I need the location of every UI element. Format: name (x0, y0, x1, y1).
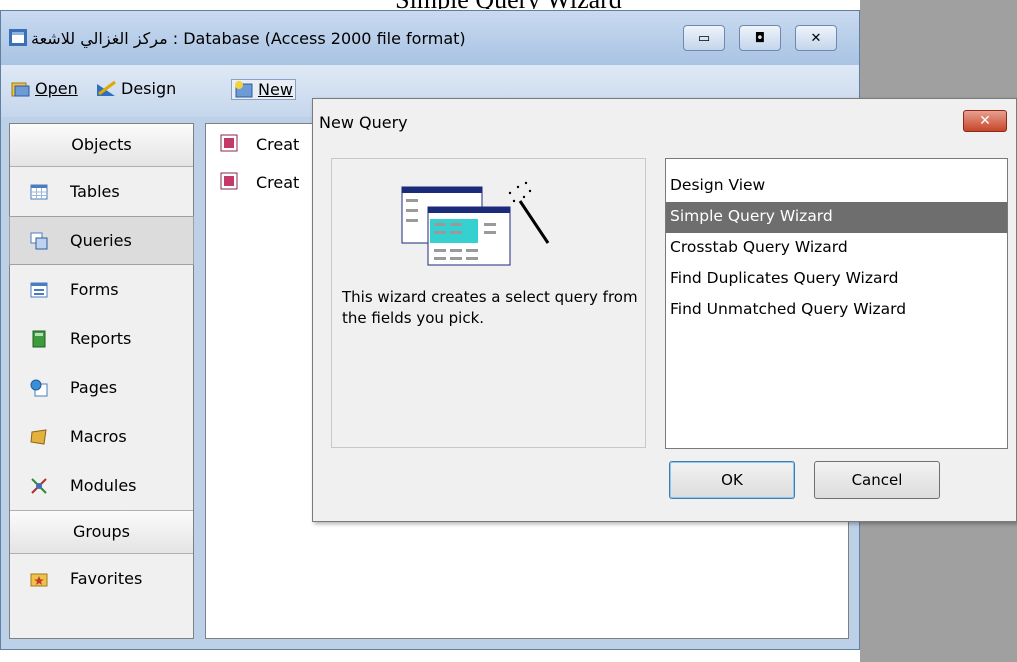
close-icon: ✕ (979, 113, 991, 129)
design-icon (97, 80, 116, 96)
ok-button[interactable]: OK (669, 461, 795, 499)
maximize-button[interactable]: ◘ (739, 25, 781, 51)
object-item-reports[interactable]: Reports (10, 314, 193, 363)
new-query-icon (235, 80, 253, 97)
top-caption: Simple Query Wizard (0, 0, 1017, 9)
query-wizard-illustration (401, 181, 550, 266)
open-label: Open (35, 79, 78, 98)
close-icon: ✕ (810, 30, 822, 46)
object-item-pages[interactable]: Pages (10, 363, 193, 412)
query-type-list[interactable]: Design View Simple Query Wizard Crosstab… (665, 158, 1008, 449)
list-item[interactable]: Creat (220, 172, 299, 192)
new-query-dialog: New Query ✕ This wizard creates a select… (312, 98, 1017, 522)
object-label: Macros (70, 427, 127, 446)
cancel-button[interactable]: Cancel (814, 461, 940, 499)
objects-header[interactable]: Objects (10, 124, 193, 167)
list-item-label: Creat (256, 134, 300, 154)
open-button[interactable]: Open (11, 79, 78, 98)
open-icon (11, 82, 30, 96)
maximize-icon: ◘ (754, 30, 766, 46)
object-label: Tables (70, 182, 120, 201)
query-type-find-duplicates-query-wizard[interactable]: Find Duplicates Query Wizard (666, 264, 1007, 295)
object-label: Queries (70, 231, 132, 250)
object-label: Pages (70, 378, 118, 397)
group-item-favorites[interactable]: Favorites (10, 554, 193, 603)
list-item[interactable]: Creat (220, 134, 299, 154)
shortcut-icon (220, 134, 238, 152)
groups-header[interactable]: Groups (10, 510, 193, 554)
wizard-description: This wizard creates a select query from … (342, 288, 638, 327)
database-title: مركز الغزالي للاشعة : Database (Access 2… (31, 29, 466, 48)
database-title-bar[interactable]: مركز الغزالي للاشعة : Database (Access 2… (1, 11, 859, 65)
object-item-modules[interactable]: Modules (10, 461, 193, 510)
query-type-design-view[interactable]: Design View (666, 171, 1007, 202)
query-type-find-unmatched-query-wizard[interactable]: Find Unmatched Query Wizard (666, 295, 1007, 326)
favorites-folder-icon (30, 573, 48, 586)
dialog-close-button[interactable]: ✕ (963, 110, 1007, 132)
table-icon (30, 184, 48, 199)
report-icon (32, 330, 46, 347)
module-icon (31, 477, 47, 494)
object-item-forms[interactable]: Forms (10, 265, 193, 314)
dialog-title: New Query (319, 113, 408, 132)
objects-panel: Objects Tables Queries Forms Reports Pag… (9, 123, 194, 639)
group-label: Favorites (70, 569, 143, 588)
macro-icon (30, 428, 47, 445)
object-item-tables[interactable]: Tables (10, 167, 193, 216)
form-icon (30, 282, 48, 297)
query-type-crosstab-query-wizard[interactable]: Crosstab Query Wizard (666, 233, 1007, 264)
minimize-button[interactable]: ▭ (683, 25, 725, 51)
object-label: Forms (70, 280, 119, 299)
design-label: Design (121, 79, 177, 98)
dialog-title-bar[interactable]: New Query ✕ (313, 99, 1016, 151)
database-app-icon (9, 29, 27, 46)
list-item-label: Creat (256, 172, 300, 192)
new-label: New (258, 80, 293, 99)
object-label: Reports (70, 329, 132, 348)
object-item-queries[interactable]: Queries (9, 216, 194, 265)
object-item-macros[interactable]: Macros (10, 412, 193, 461)
shortcut-icon (220, 172, 238, 190)
query-icon (30, 232, 48, 249)
new-button[interactable]: New (231, 79, 296, 100)
object-label: Modules (70, 476, 137, 495)
minimize-icon: ▭ (697, 30, 711, 46)
design-button[interactable]: Design (95, 79, 176, 98)
page-icon (30, 379, 48, 396)
wizard-preview-panel: This wizard creates a select query from … (331, 158, 646, 448)
close-button[interactable]: ✕ (795, 25, 837, 51)
query-type-simple-query-wizard[interactable]: Simple Query Wizard (666, 202, 1007, 233)
